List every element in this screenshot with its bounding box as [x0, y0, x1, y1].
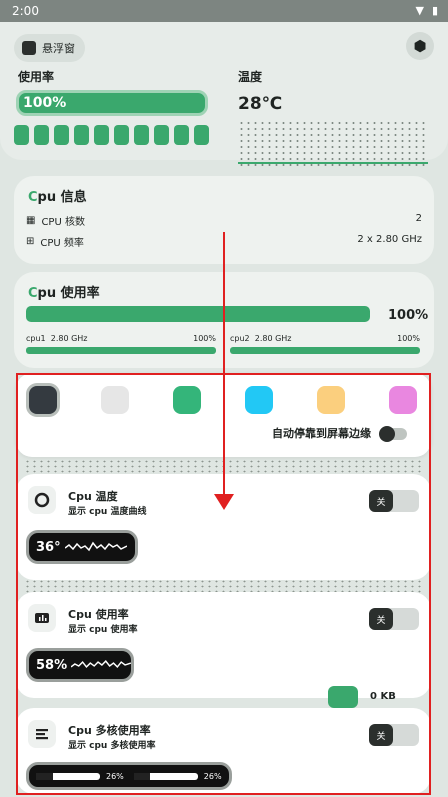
usage-label: 使用率 — [18, 70, 55, 84]
status-time: 2:00 — [12, 4, 39, 18]
mini-bar — [114, 125, 129, 145]
temp-label: 温度 — [238, 70, 263, 84]
wifi-icon: ▼ — [415, 4, 424, 17]
core-bar — [230, 347, 420, 354]
temp-graph-line — [238, 162, 428, 164]
temp-value: 28℃ — [238, 94, 283, 114]
float-window-icon — [22, 41, 36, 55]
mini-bar — [194, 125, 209, 145]
core-freq: 2.80 GHz — [254, 334, 292, 343]
chip-icon: ▦ — [26, 215, 36, 226]
cpu-usage-title: Cpu 使用率 — [28, 282, 100, 301]
cpu-cores-label: CPU 核数 — [41, 217, 85, 228]
mini-bar — [14, 125, 29, 145]
mini-bar — [154, 125, 169, 145]
total-usage-value: 100% — [388, 308, 429, 323]
mini-bar — [174, 125, 189, 145]
mini-bar — [94, 125, 109, 145]
total-usage-bar — [26, 306, 370, 322]
mini-bar — [54, 125, 69, 145]
float-window-button[interactable]: 悬浮窗 — [14, 34, 85, 62]
gear-icon: ⬢ — [413, 37, 427, 55]
core-pct: 100% — [397, 334, 420, 343]
title-text: pu 信息 — [37, 190, 87, 205]
cpu-freq-value: 2 x 2.80 GHz — [357, 234, 422, 245]
title-text: pu 使用率 — [37, 286, 100, 301]
top-panel: 悬浮窗 ⬢ 使用率 100% 温度 28℃ — [0, 22, 448, 166]
core-mini-bars — [14, 125, 209, 145]
settings-button[interactable]: ⬢ — [406, 32, 434, 60]
cpu-info-title: Cpu 信息 — [28, 186, 87, 205]
core-usage-2: cpu2 2.80 GHz 100% — [230, 334, 420, 354]
core-freq: 2.80 GHz — [50, 334, 88, 343]
status-icons: ▼ ▮ — [415, 4, 438, 17]
float-window-label: 悬浮窗 — [42, 42, 75, 55]
title-accent: C — [28, 286, 38, 301]
annotation-arrow-head — [214, 494, 234, 510]
frequency-icon: ⊞ — [26, 236, 35, 247]
mini-bar — [134, 125, 149, 145]
core-pct: 100% — [193, 334, 216, 343]
core-usage-1: cpu1 2.80 GHz 100% — [26, 334, 216, 354]
core-name: cpu1 — [26, 334, 46, 343]
cpu-cores-row: ▦ CPU 核数 2 — [26, 213, 422, 228]
core-bar — [26, 347, 216, 354]
annotation-arrow — [223, 232, 225, 494]
usage-value: 100% — [23, 95, 67, 111]
core-name: cpu2 — [230, 334, 250, 343]
cpu-freq-label: CPU 频率 — [40, 238, 84, 249]
temp-graph — [238, 120, 428, 166]
title-accent: C — [28, 190, 38, 205]
status-bar: 2:00 ▼ ▮ — [0, 0, 448, 22]
mini-bar — [74, 125, 89, 145]
usage-bar: 100% — [16, 90, 208, 116]
mini-bar — [34, 125, 49, 145]
battery-icon: ▮ — [431, 4, 438, 17]
cpu-cores-value: 2 — [415, 213, 422, 224]
